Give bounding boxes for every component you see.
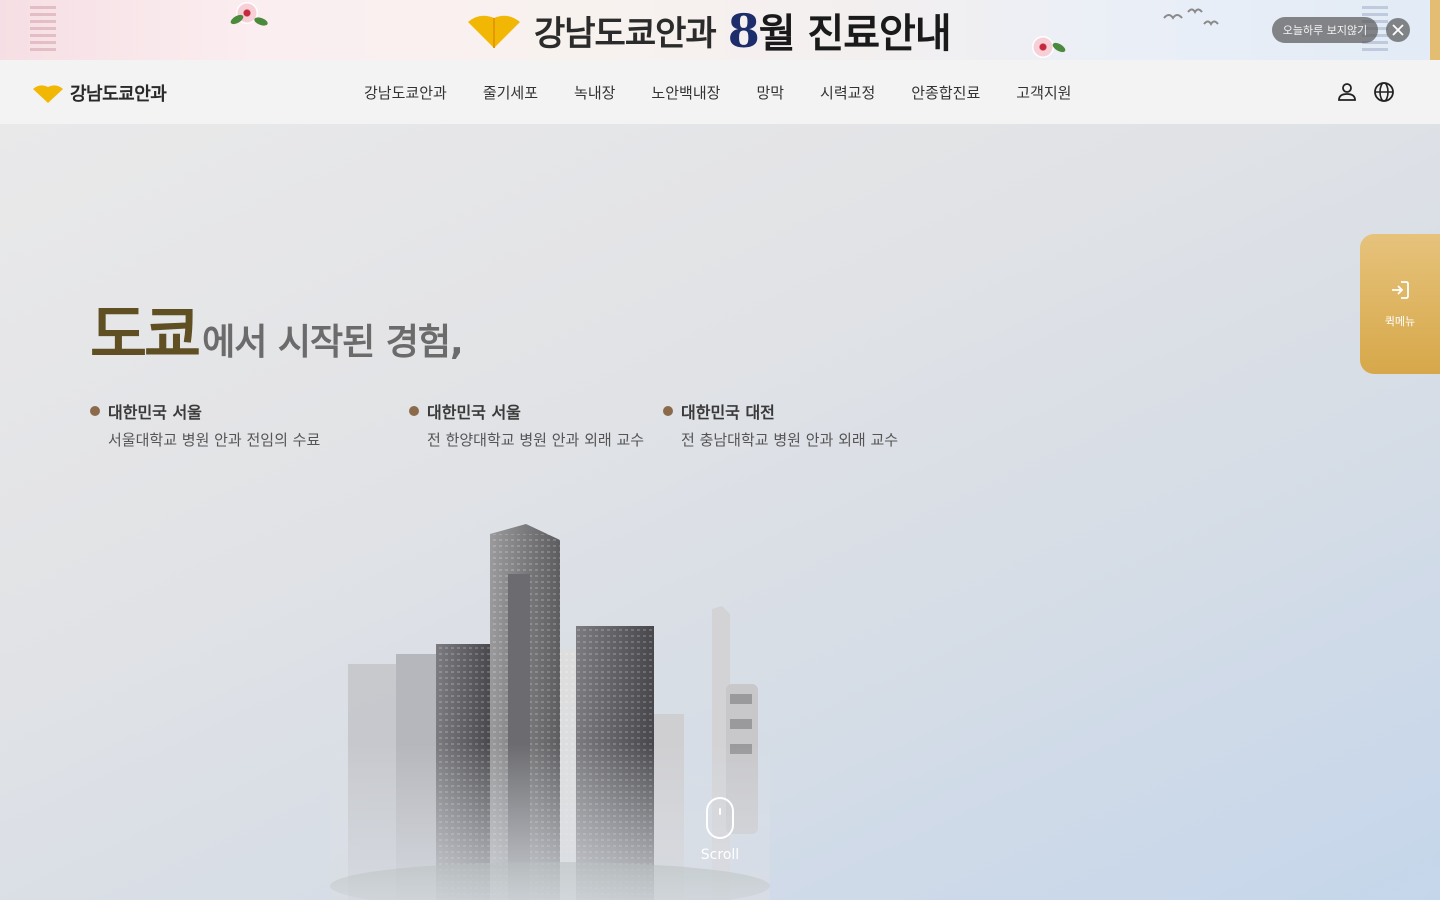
promo-banner[interactable]: 강남도쿄안과 8월 진료안내 오늘하루 보지않기: [0, 0, 1440, 60]
close-icon: [1392, 24, 1404, 36]
promo-title: 강남도쿄안과 8월 진료안내: [466, 1, 952, 59]
menu-item-general-eye-care[interactable]: 안종합진료: [911, 82, 980, 103]
career-description: 전 충남대학교 병원 안과 외래 교수: [681, 431, 899, 449]
career-item: 대한민국 서울 전 한양대학교 병원 안과 외래 교수: [409, 399, 649, 450]
login-arrow-icon: [1392, 281, 1409, 299]
menu-list: 강남도쿄안과 줄기세포 녹내장 노안백내장 망막 시력교정 안종합진료 고객지원: [364, 60, 1107, 124]
hero-title: 도쿄 에서 시작된 경험,: [90, 298, 464, 371]
career-place: 대한민국 대전: [681, 403, 775, 422]
career-description: 서울대학교 병원 안과 전임의 수료: [108, 431, 321, 449]
leaf-decoration: [1051, 40, 1067, 55]
globe-icon[interactable]: [1372, 80, 1396, 104]
dismiss-today-button[interactable]: 오늘하루 보지않기: [1272, 17, 1378, 43]
menu-item-cataract[interactable]: 노안백내장: [651, 82, 720, 103]
bullet-dot: [409, 406, 419, 416]
pattern-decoration: [30, 6, 56, 54]
brand-name: 강남도쿄안과: [70, 84, 167, 105]
leaf-decoration: [229, 12, 245, 27]
ginkgo-logo-icon: [33, 85, 63, 103]
hero-title-highlight: 도쿄: [90, 298, 201, 371]
promo-side-strip: [1430, 0, 1440, 60]
promo-brand: 강남도쿄안과: [534, 13, 717, 54]
bullet-dot: [663, 406, 673, 416]
ginkgo-logo-icon: [466, 10, 522, 50]
scroll-indicator[interactable]: Scroll: [698, 797, 742, 863]
user-icon[interactable]: [1335, 80, 1359, 104]
mouse-icon: [706, 797, 734, 839]
promo-headline: 8월 진료안내: [727, 1, 952, 59]
month-number: 8: [727, 4, 760, 58]
quick-menu-button[interactable]: 퀵메뉴: [1360, 234, 1440, 374]
career-place: 대한민국 서울: [108, 403, 202, 422]
hero-section: 도쿄 에서 시작된 경험, 대한민국 서울 서울대학교 병원 안과 전임의 수료…: [0, 124, 1440, 900]
menu-item-retina[interactable]: 망막: [756, 82, 784, 103]
menu-item-stem-cell[interactable]: 줄기세포: [483, 82, 538, 103]
main-navigation: 강남도쿄안과 강남도쿄안과 줄기세포 녹내장 노안백내장 망막 시력교정 안종합…: [0, 60, 1440, 124]
leaf-decoration: [253, 15, 269, 28]
birds-decoration: [1163, 8, 1219, 26]
menu-item-glaucoma[interactable]: 녹내장: [574, 82, 615, 103]
menu-item-customer-support[interactable]: 고객지원: [1016, 82, 1071, 103]
career-place: 대한민국 서울: [427, 403, 521, 422]
bullet-dot: [90, 406, 100, 416]
headline-text: 월 진료안내: [758, 10, 952, 57]
scroll-label: Scroll: [700, 847, 740, 863]
quick-menu-label: 퀵메뉴: [1384, 315, 1416, 328]
hero-title-rest: 에서 시작된 경험,: [202, 322, 464, 363]
career-item: 대한민국 대전 전 충남대학교 병원 안과 외래 교수: [663, 399, 903, 450]
menu-item-vision-correction[interactable]: 시력교정: [820, 82, 875, 103]
menu-item-about[interactable]: 강남도쿄안과: [364, 82, 447, 103]
brand-logo[interactable]: 강남도쿄안과: [32, 80, 167, 106]
career-item: 대한민국 서울 서울대학교 병원 안과 전임의 수료: [90, 399, 330, 450]
close-banner-button[interactable]: [1386, 18, 1410, 42]
career-description: 전 한양대학교 병원 안과 외래 교수: [427, 431, 645, 449]
flower-decoration: [1032, 36, 1054, 58]
